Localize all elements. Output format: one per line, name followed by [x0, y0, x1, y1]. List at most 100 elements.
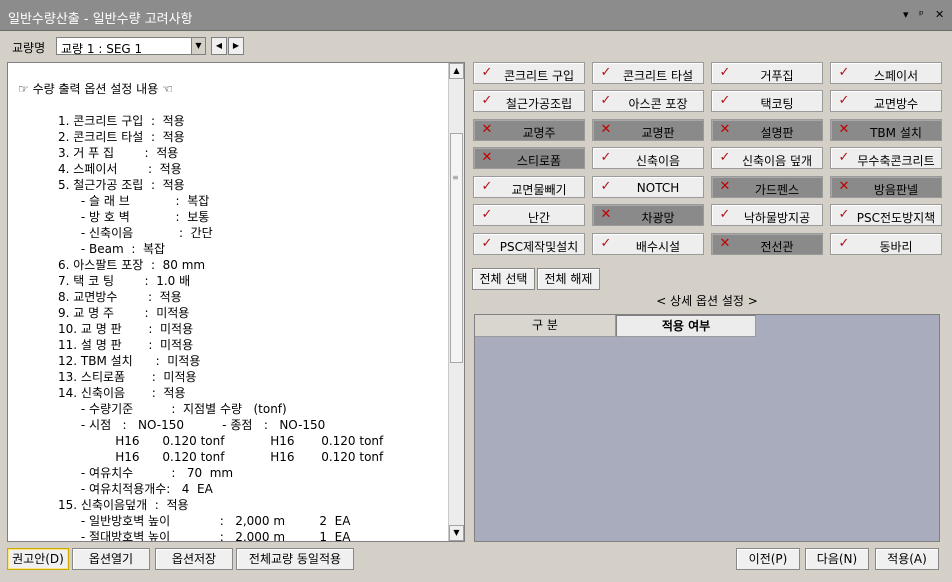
report-text-pane[interactable]: ☞ 수량 출력 옵션 설정 내용 ☜ 1. 콘크리트 구입 : 적용 2. 콘크리트… [7, 62, 465, 542]
next-button[interactable]: 다음(N) [805, 548, 869, 570]
col-header-category[interactable]: 구 분 [475, 315, 616, 337]
scroll-down-icon[interactable]: ▼ [449, 525, 464, 541]
report-line: - 여유치수 : 70 mm [58, 466, 234, 480]
select-all-button[interactable]: 전체 선택 [472, 268, 535, 290]
option-toggle-label: 가드펜스 [754, 183, 800, 197]
option-toggle-button[interactable]: ✓ 교면방수 [830, 90, 942, 112]
scroll-thumb[interactable] [450, 133, 463, 363]
option-toggle-label: 거푸집 [760, 69, 794, 83]
recommend-button[interactable]: 권고안(D) [7, 548, 69, 570]
report-line: - 슬 래 브 : 복잡 [58, 194, 210, 208]
cross-icon: ✕ [838, 179, 850, 194]
option-toggle-button[interactable]: ✕ 차광망 [592, 204, 704, 226]
option-toggle-button[interactable]: ✕ 전선관 [711, 233, 823, 255]
cross-icon: ✕ [719, 122, 731, 137]
chevron-down-icon[interactable]: ▼ [191, 38, 205, 54]
option-toggle-button[interactable]: ✓ PSC제작및설치 [473, 233, 585, 255]
option-toggle-button[interactable]: ✓ 신축이음 덮개 [711, 147, 823, 169]
option-toggle-button[interactable]: ✓ 철근가공조립 [473, 90, 585, 112]
check-icon: ✓ [600, 179, 612, 194]
next-bridge-button[interactable]: ▶ [228, 37, 244, 55]
report-line: 10. 교 명 판 : 미적용 [58, 322, 194, 336]
check-icon: ✓ [838, 150, 850, 165]
option-toggle-button[interactable]: ✕ 교명주 [473, 119, 585, 141]
report-line: - 일반방호벽 높이 : 2,000 m 2 EA [58, 514, 351, 528]
bridge-selector-row: 교량명 교량 1 : SEG 1 ▼ ◀ ▶ [0, 33, 952, 59]
bridge-select[interactable]: 교량 1 : SEG 1 ▼ [56, 37, 206, 56]
report-line: - 여유치적용개수: 4 EA [58, 482, 213, 496]
cross-icon: ✕ [838, 122, 850, 137]
scroll-up-icon[interactable]: ▲ [449, 63, 464, 79]
option-toggle-button[interactable]: ✓ 배수시설 [592, 233, 704, 255]
option-toggle-button[interactable]: ✓ NOTCH [592, 176, 704, 198]
check-icon: ✓ [481, 236, 493, 251]
option-toggle-label: 아스콘 포장 [628, 97, 688, 111]
col-header-apply[interactable]: 적용 여부 [616, 315, 756, 337]
prev-bridge-button[interactable]: ◀ [211, 37, 227, 55]
save-options-button[interactable]: 옵션저장 [155, 548, 233, 570]
report-line: 12. TBM 설치 : 미적용 [58, 354, 201, 368]
option-toggle-label: 신축이음 덮개 [741, 154, 813, 168]
detail-options-grid[interactable]: 구 분 적용 여부 [474, 314, 940, 542]
option-toggle-button[interactable]: ✕ 설명판 [711, 119, 823, 141]
option-toggle-label: 낙하물방지공 [743, 211, 811, 225]
option-toggle-label: 교면방수 [873, 97, 919, 111]
option-toggle-button[interactable]: ✕ 교명판 [592, 119, 704, 141]
report-line: - 신축이음 : 간단 [58, 226, 213, 240]
check-icon: ✓ [481, 207, 493, 222]
option-toggle-button[interactable]: ✕ 가드펜스 [711, 176, 823, 198]
option-toggle-label: 배수시설 [635, 240, 681, 254]
report-line: 5. 철근가공 조립 : 적용 [58, 178, 185, 192]
open-options-button[interactable]: 옵션열기 [72, 548, 150, 570]
option-toggle-button[interactable]: ✓ 콘크리트 타설 [592, 62, 704, 84]
option-toggle-button[interactable]: ✓ PSC전도방지책 [830, 204, 942, 226]
option-toggle-button[interactable]: ✓ 콘크리트 구입 [473, 62, 585, 84]
option-toggle-button[interactable]: ✓ 거푸집 [711, 62, 823, 84]
detail-options-title: < 상세 옵션 설정 > [656, 294, 758, 308]
check-icon: ✓ [481, 65, 493, 80]
pin-icon[interactable]: ᵖ [919, 8, 924, 21]
report-line: 6. 아스팔트 포장 : 80 mm [58, 258, 206, 272]
check-icon: ✓ [481, 179, 493, 194]
prev-button[interactable]: 이전(P) [736, 548, 800, 570]
report-line: 9. 교 명 주 : 미적용 [58, 306, 190, 320]
option-toggle-label: 차광망 [641, 211, 675, 225]
menu-dropdown-icon[interactable]: ▾ [903, 8, 909, 21]
deselect-all-button[interactable]: 전체 해제 [537, 268, 600, 290]
option-toggle-button[interactable]: ✕ 방음판넬 [830, 176, 942, 198]
apply-button[interactable]: 적용(A) [875, 548, 939, 570]
option-toggle-button[interactable]: ✕ 스티로폼 [473, 147, 585, 169]
option-toggle-button[interactable]: ✓ 동바리 [830, 233, 942, 255]
option-toggle-label: 무수축콘크리트 [857, 154, 935, 168]
apply-all-bridges-button[interactable]: 전체교량 동일적용 [236, 548, 354, 570]
option-toggle-label: 방음판넬 [873, 183, 919, 197]
option-toggle-button[interactable]: ✓ 아스콘 포장 [592, 90, 704, 112]
option-toggle-button[interactable]: ✓ 낙하물방지공 [711, 204, 823, 226]
option-toggle-button[interactable]: ✓ 스페이서 [830, 62, 942, 84]
option-toggle-label: 콘크리트 타설 [622, 69, 694, 83]
report-line: 11. 설 명 판 : 미적용 [58, 338, 194, 352]
report-line: - 절대방호벽 높이 : 2,000 m 1 EA [58, 530, 351, 541]
cross-icon: ✕ [481, 122, 493, 137]
report-line: 7. 택 코 팅 : 1.0 배 [58, 274, 191, 288]
check-icon: ✓ [481, 93, 493, 108]
option-toggle-button[interactable]: ✓ 신축이음 [592, 147, 704, 169]
report-scrollbar[interactable]: ▲ ≡ ▼ [448, 63, 464, 541]
option-toggle-button[interactable]: ✓ 무수축콘크리트 [830, 147, 942, 169]
option-toggle-label: PSC전도방지책 [856, 211, 936, 225]
check-icon: ✓ [600, 93, 612, 108]
option-toggle-label: 난간 [527, 211, 551, 225]
option-toggle-button[interactable]: ✓ 교면물빼기 [473, 176, 585, 198]
option-toggle-button[interactable]: ✕ TBM 설치 [830, 119, 942, 141]
option-toggle-button[interactable]: ✓ 택코팅 [711, 90, 823, 112]
option-toggle-button[interactable]: ✓ 난간 [473, 204, 585, 226]
report-content: ☞ 수량 출력 옵션 설정 내용 ☜ 1. 콘크리트 구입 : 적용 2. 콘크리트… [8, 63, 448, 541]
check-icon: ✓ [600, 65, 612, 80]
option-toggle-label: 교명주 [522, 126, 556, 140]
close-icon[interactable]: ✕ [935, 8, 944, 21]
check-icon: ✓ [600, 150, 612, 165]
report-line: 2. 콘크리트 타설 : 적용 [58, 130, 185, 144]
report-line: 15. 신축이음덮개 : 적용 [58, 498, 189, 512]
option-toggle-label: 동바리 [879, 240, 913, 254]
bridge-select-value: 교량 1 : SEG 1 [61, 42, 143, 56]
